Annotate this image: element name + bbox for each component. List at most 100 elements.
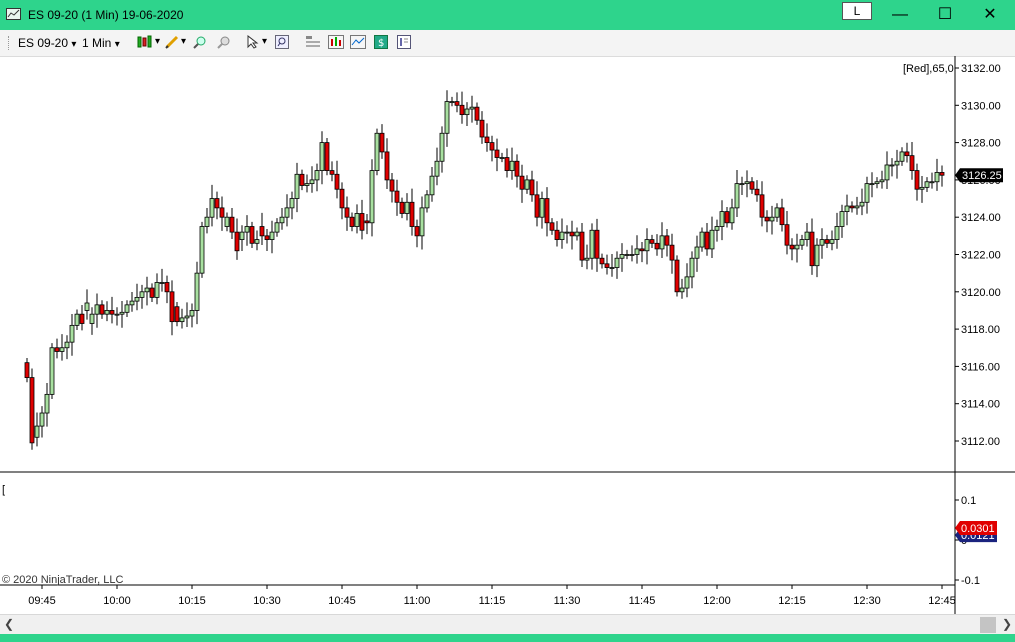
cursor-pointer-icon[interactable] [246, 34, 260, 49]
candlestick-style-icon[interactable] [137, 35, 152, 49]
toolbar-grip [8, 36, 11, 50]
candle [64, 341, 70, 349]
price-tick-label: 3128.00 [961, 138, 1001, 150]
candle [314, 170, 320, 181]
candle [304, 183, 310, 186]
strategy-dollar-icon[interactable]: $ [374, 35, 388, 49]
candle [364, 220, 370, 224]
time-tick-label: 11:15 [479, 595, 506, 607]
candle [239, 231, 245, 240]
candle [914, 170, 920, 190]
time-tick-label: 12:30 [853, 595, 881, 607]
price-tick-label: 3124.00 [961, 212, 1001, 224]
candle [604, 263, 610, 268]
candle [29, 377, 35, 444]
chart-canvas[interactable]: 3132.003130.003128.003126.003124.003122.… [0, 56, 1015, 616]
candle [924, 181, 930, 188]
candle [819, 239, 825, 246]
maximize-button[interactable]: ☐ [925, 3, 965, 27]
candle [354, 213, 360, 227]
candle [284, 207, 290, 218]
candle [709, 229, 715, 250]
interval-selector[interactable]: 1 Min ▾ [82, 36, 120, 50]
candle [299, 173, 305, 186]
horizontal-scrollbar[interactable]: ❮ ❯ [0, 614, 1015, 635]
candle [104, 310, 110, 315]
candle [749, 181, 755, 190]
candle [659, 235, 665, 250]
candle [269, 231, 275, 240]
close-button[interactable]: ✕ [970, 3, 1010, 27]
candle [339, 188, 345, 209]
candle [254, 239, 260, 244]
candle [369, 170, 375, 224]
interval-label: 1 Min [82, 36, 112, 50]
candle [214, 198, 220, 209]
time-tick-label: 12:00 [703, 595, 731, 607]
candle [774, 207, 780, 218]
candle [259, 226, 265, 237]
candle [939, 172, 945, 176]
chevron-down-icon[interactable]: ▾ [262, 36, 267, 47]
candle [324, 142, 330, 171]
candle [889, 164, 895, 167]
candle [249, 226, 255, 244]
minimize-button[interactable]: — [880, 3, 920, 27]
title-bar: ES 09-20 (1 Min) 19-06-2020 L — ☐ ✕ [0, 0, 1015, 30]
candle [159, 282, 165, 284]
candle [764, 216, 770, 222]
candle [139, 291, 145, 298]
link-l-button[interactable]: L [842, 2, 872, 20]
candle [484, 136, 490, 143]
price-tick-label: 3112.00 [961, 436, 1000, 448]
candle [929, 181, 935, 184]
candle [334, 173, 340, 190]
candle [934, 172, 940, 183]
candle [599, 257, 605, 265]
candle [109, 310, 115, 315]
candle [854, 205, 860, 209]
instrument-selector[interactable]: ES 09-20 ▾ [18, 36, 76, 50]
candle [329, 170, 335, 175]
chevron-down-icon[interactable]: ▾ [181, 36, 186, 47]
zoom-in-icon[interactable] [193, 35, 207, 49]
price-tick-label: 3122.00 [961, 250, 1001, 262]
chevron-down-icon: ▾ [71, 39, 77, 50]
data-box-icon[interactable] [305, 35, 320, 49]
time-tick-label: 10:45 [328, 595, 356, 607]
price-tick-label: 3118.00 [961, 324, 1000, 336]
candle [144, 287, 150, 293]
price-axis[interactable]: 3132.003130.003128.003126.003124.003122.… [955, 63, 1001, 448]
candle [49, 347, 55, 395]
candle [164, 282, 170, 293]
current-price-marker: 3126.25 [955, 168, 1003, 183]
price-tick-label: 3114.00 [961, 399, 1000, 411]
scroll-right-arrow-icon[interactable]: ❯ [1002, 617, 1012, 631]
candle [669, 244, 675, 261]
candle [649, 239, 655, 244]
candle [909, 155, 915, 171]
properties-icon[interactable] [397, 35, 411, 49]
scroll-left-arrow-icon[interactable]: ❮ [4, 617, 14, 631]
chevron-down-icon[interactable]: ▾ [155, 36, 160, 47]
candle [869, 183, 875, 186]
candle [634, 248, 640, 255]
candle [474, 106, 480, 121]
candle [309, 179, 315, 185]
candle [799, 239, 805, 246]
chart-area[interactable]: 3132.003130.003128.003126.003124.003122.… [0, 56, 1015, 616]
candle [209, 198, 215, 218]
candle [204, 216, 210, 227]
pencil-draw-icon[interactable] [165, 35, 179, 49]
scrollbar-thumb[interactable] [980, 617, 996, 633]
candle [174, 306, 180, 323]
time-axis[interactable]: 09:45 10:00 10:15 10:30 10:45 11:00 11:15 11:30… [28, 585, 956, 607]
candle [219, 207, 225, 218]
indicators-icon[interactable] [350, 35, 366, 49]
candle [39, 412, 45, 427]
zoom-out-icon[interactable] [217, 35, 231, 49]
bar-chart-icon[interactable] [328, 35, 344, 49]
magnifier-icon[interactable] [275, 35, 289, 49]
candle [199, 226, 205, 274]
candle [609, 267, 615, 269]
